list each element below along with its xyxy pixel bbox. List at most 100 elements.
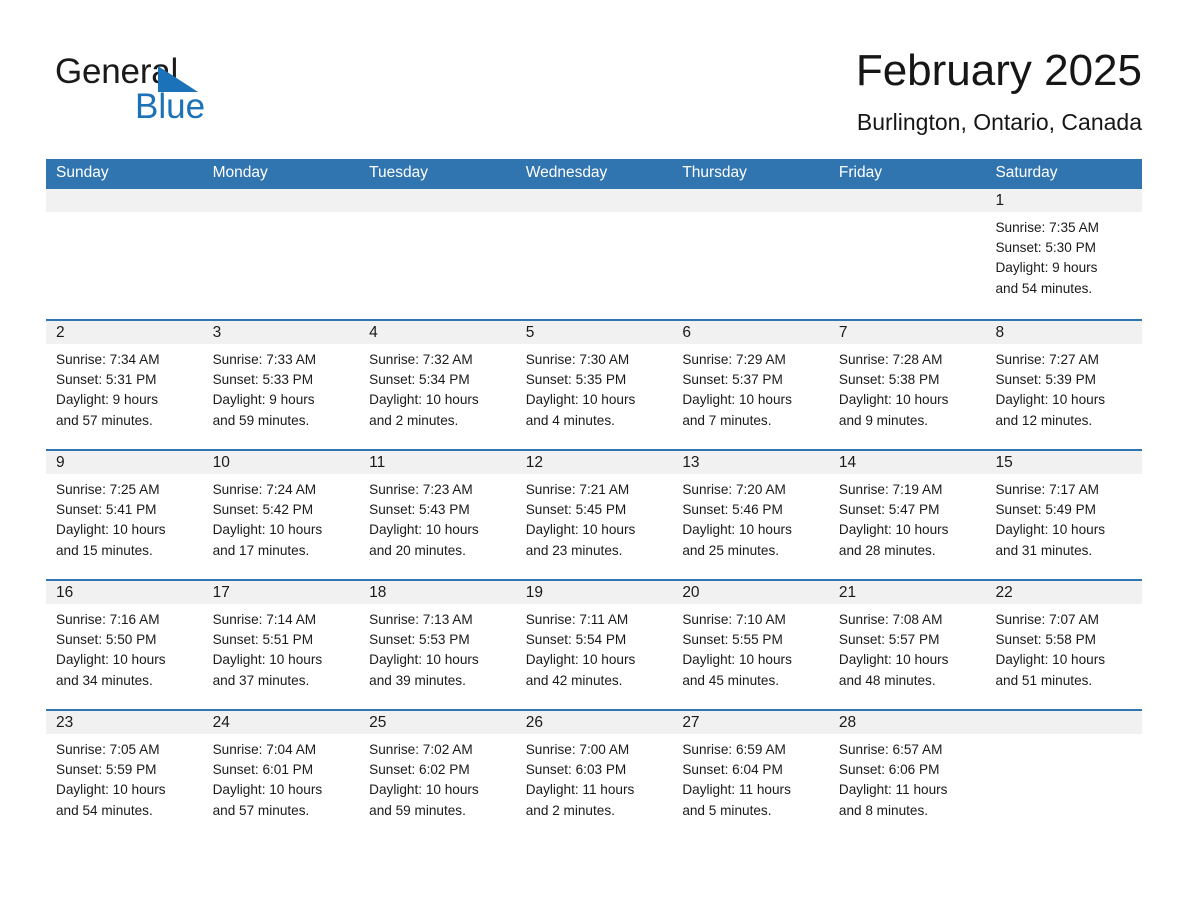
title-block: February 2025 Burlington, Ontario, Canad…	[856, 44, 1142, 136]
day-cell[interactable]: Sunrise: 7:34 AM Sunset: 5:31 PM Daylight:…	[46, 344, 203, 448]
weekday-header-sunday: Sunday	[56, 164, 109, 181]
sunset-text: Sunset: 5:34 PM	[369, 372, 470, 388]
day-cell[interactable]: Sunrise: 6:57 AM Sunset: 6:06 PM Daylight:…	[829, 734, 986, 838]
day-cell[interactable]: Sunrise: 7:33 AM Sunset: 5:33 PM Daylight:…	[203, 344, 360, 448]
sunset-text: Sunset: 5:42 PM	[212, 502, 314, 518]
weekday-header-monday: Monday	[212, 164, 268, 181]
day-cell[interactable]: Sunrise: 7:05 AM Sunset: 5:59 PM Daylight:…	[46, 734, 203, 838]
day-cell-empty	[203, 212, 360, 318]
day-number[interactable]: 25	[359, 711, 516, 734]
day-number[interactable]: 10	[203, 451, 360, 474]
daylight-text-cont: and 7 minutes.	[682, 412, 772, 428]
sunrise-text: Sunrise: 7:32 AM	[369, 352, 473, 367]
day-cell[interactable]: Sunrise: 7:07 AM Sunset: 5:58 PM Daylight:…	[985, 604, 1142, 708]
sunrise-text: Sunrise: 7:02 AM	[369, 742, 473, 757]
day-number[interactable]: 24	[203, 711, 360, 734]
day-cell[interactable]: Sunrise: 7:04 AM Sunset: 6:01 PM Daylight:…	[203, 734, 360, 838]
sunset-text: Sunset: 5:38 PM	[838, 372, 940, 388]
day-number[interactable]: 22	[985, 581, 1142, 604]
week-detail-band: Sunrise: 7:16 AM Sunset: 5:50 PM Daylight:…	[46, 604, 1142, 708]
day-cell[interactable]: Sunrise: 6:59 AM Sunset: 6:04 PM Daylight:…	[672, 734, 829, 838]
day-cell[interactable]: Sunrise: 7:17 AM Sunset: 5:49 PM Daylight:…	[985, 474, 1142, 578]
sunrise-text: Sunrise: 7:08 AM	[838, 612, 943, 627]
sunrise-text: Sunrise: 7:23 AM	[369, 482, 473, 497]
day-cell[interactable]: Sunrise: 7:35 AM Sunset: 5:30 PM Daylight:…	[985, 212, 1142, 318]
weekday-header-friday: Friday	[838, 164, 882, 181]
daylight-text: Daylight: 10 hours	[369, 392, 479, 408]
day-cell-empty	[46, 212, 203, 318]
day-number[interactable]: 21	[829, 581, 986, 604]
day-number[interactable]: 4	[359, 321, 516, 344]
daylight-text: Daylight: 10 hours	[682, 522, 792, 538]
daylight-text: Daylight: 10 hours	[682, 652, 792, 668]
day-number[interactable]: 13	[672, 451, 829, 474]
day-cell[interactable]: Sunrise: 7:23 AM Sunset: 5:43 PM Daylight:…	[359, 474, 516, 578]
day-cell[interactable]: Sunrise: 7:13 AM Sunset: 5:53 PM Daylight:…	[359, 604, 516, 708]
day-number[interactable]: 12	[516, 451, 673, 474]
calendar-page: General Blue February 2025 Burlington, O…	[0, 0, 1188, 918]
day-number[interactable]: 23	[46, 711, 203, 734]
day-number[interactable]: 17	[203, 581, 360, 604]
day-number[interactable]: 27	[672, 711, 829, 734]
day-cell[interactable]: Sunrise: 7:10 AM Sunset: 5:55 PM Daylight:…	[672, 604, 829, 708]
day-number[interactable]: 20	[672, 581, 829, 604]
day-number[interactable]: 2	[46, 321, 203, 344]
day-cell[interactable]: Sunrise: 7:21 AM Sunset: 5:45 PM Daylight:…	[516, 474, 673, 578]
day-number[interactable]: 8	[985, 321, 1142, 344]
week-date-band: 1	[46, 189, 1142, 212]
day-number[interactable]: 11	[359, 451, 516, 474]
daylight-text-cont: and 59 minutes.	[369, 802, 466, 818]
day-cell[interactable]: Sunrise: 7:11 AM Sunset: 5:54 PM Daylight:…	[516, 604, 673, 708]
sunrise-text: Sunrise: 7:33 AM	[212, 352, 317, 367]
sunrise-text: Sunrise: 7:21 AM	[525, 482, 630, 497]
day-cell[interactable]: Sunrise: 7:30 AM Sunset: 5:35 PM Daylight:…	[516, 344, 673, 448]
day-number[interactable]: 3	[203, 321, 360, 344]
day-number[interactable]: 1	[985, 189, 1142, 212]
day-number[interactable]: 7	[829, 321, 986, 344]
day-cell[interactable]: Sunrise: 7:32 AM Sunset: 5:34 PM Daylight:…	[359, 344, 516, 448]
day-number[interactable]: 15	[985, 451, 1142, 474]
day-cell[interactable]: Sunrise: 7:16 AM Sunset: 5:50 PM Daylight:…	[46, 604, 203, 708]
calendar-weeks: 1 Sunrise: 7:35 AM Sunset: 5:30 PM Daylight…	[46, 187, 1142, 838]
day-number[interactable]: 14	[829, 451, 986, 474]
week-date-band: 2345678	[46, 321, 1142, 344]
sunset-text: Sunset: 5:45 PM	[525, 502, 627, 518]
weekday-header-wednesday: Wednesday	[525, 164, 608, 181]
day-number-empty	[829, 189, 986, 212]
day-cell[interactable]: Sunrise: 7:08 AM Sunset: 5:57 PM Daylight:…	[829, 604, 986, 708]
day-number[interactable]: 18	[359, 581, 516, 604]
day-cell[interactable]: Sunrise: 7:25 AM Sunset: 5:41 PM Daylight:…	[46, 474, 203, 578]
sunset-text: Sunset: 5:59 PM	[56, 762, 157, 778]
sunset-text: Sunset: 5:49 PM	[995, 502, 1096, 518]
sunrise-text: Sunrise: 7:10 AM	[682, 612, 786, 627]
sunrise-text: Sunrise: 7:16 AM	[56, 612, 160, 627]
sunrise-text: Sunrise: 7:05 AM	[56, 742, 160, 757]
day-number[interactable]: 6	[672, 321, 829, 344]
generalblue-logo[interactable]: General Blue	[55, 52, 355, 132]
sunrise-text: Sunrise: 7:30 AM	[525, 352, 630, 367]
day-cell[interactable]: Sunrise: 7:14 AM Sunset: 5:51 PM Daylight:…	[203, 604, 360, 708]
day-number[interactable]: 5	[516, 321, 673, 344]
day-cell[interactable]: Sunrise: 7:29 AM Sunset: 5:37 PM Daylight:…	[672, 344, 829, 448]
sunset-text: Sunset: 6:01 PM	[212, 762, 314, 778]
page-subtitle: Burlington, Ontario, Canada	[856, 109, 1142, 135]
day-cell[interactable]: Sunrise: 7:19 AM Sunset: 5:47 PM Daylight:…	[829, 474, 986, 578]
calendar-table: Sunday Monday Tuesday Wednesday Thursday…	[46, 159, 1142, 838]
day-number[interactable]: 19	[516, 581, 673, 604]
sunset-text: Sunset: 5:31 PM	[56, 372, 157, 388]
daylight-text: Daylight: 11 hours	[838, 782, 948, 798]
day-cell-empty	[359, 212, 516, 318]
day-cell[interactable]: Sunrise: 7:28 AM Sunset: 5:38 PM Daylight:…	[829, 344, 986, 448]
day-cell[interactable]: Sunrise: 7:24 AM Sunset: 5:42 PM Daylight:…	[203, 474, 360, 578]
day-number[interactable]: 16	[46, 581, 203, 604]
day-cell[interactable]: Sunrise: 7:20 AM Sunset: 5:46 PM Daylight:…	[672, 474, 829, 578]
day-cell[interactable]: Sunrise: 7:00 AM Sunset: 6:03 PM Daylight:…	[516, 734, 673, 838]
day-number[interactable]: 9	[46, 451, 203, 474]
day-cell[interactable]: Sunrise: 7:27 AM Sunset: 5:39 PM Daylight:…	[985, 344, 1142, 448]
day-number[interactable]: 28	[829, 711, 986, 734]
sunrise-text: Sunrise: 7:00 AM	[525, 742, 630, 757]
day-cell[interactable]: Sunrise: 7:02 AM Sunset: 6:02 PM Daylight:…	[359, 734, 516, 838]
day-number[interactable]: 26	[516, 711, 673, 734]
page-header: General Blue February 2025 Burlington, O…	[46, 44, 1142, 144]
daylight-text: Daylight: 10 hours	[838, 522, 949, 538]
